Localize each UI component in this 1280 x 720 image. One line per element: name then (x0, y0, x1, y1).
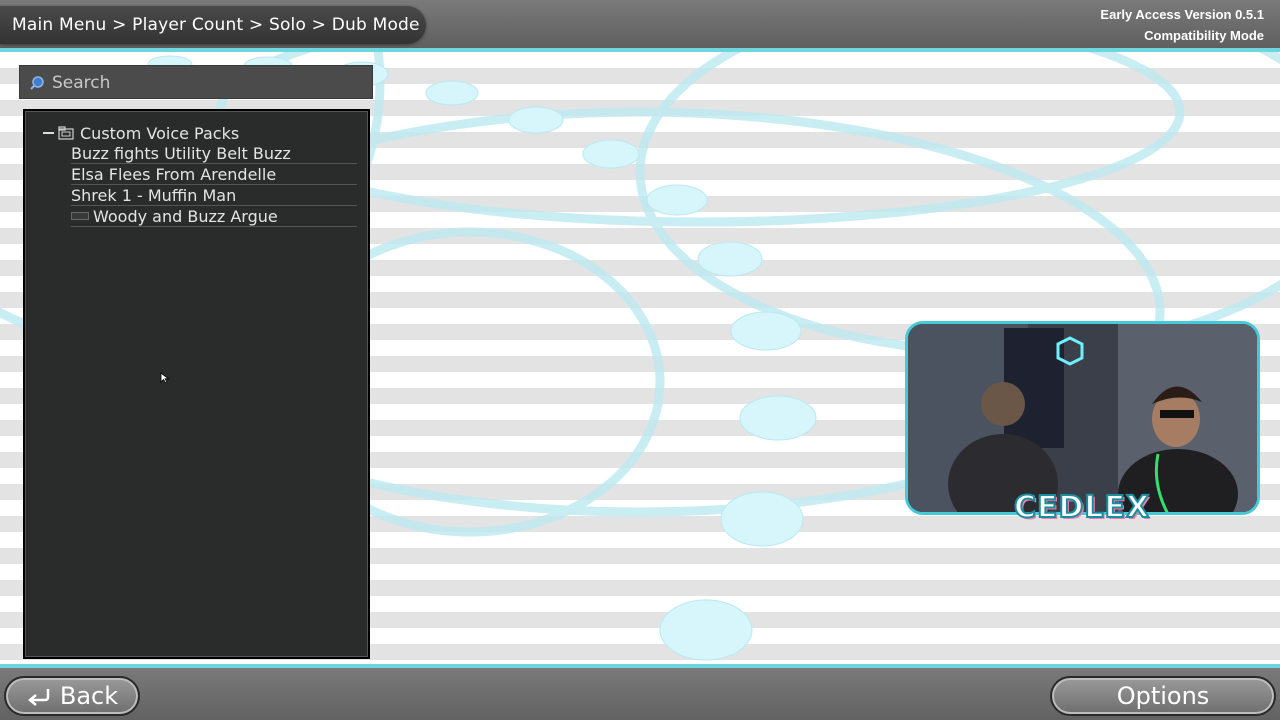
back-button[interactable]: Back (4, 676, 140, 716)
version-label: Early Access Version 0.5.1 (1100, 7, 1264, 22)
voice-pack-label: Shrek 1 - Muffin Man (71, 185, 237, 205)
voice-pack-item[interactable]: Shrek 1 - Muffin Man (71, 185, 357, 206)
webcam-feed (908, 324, 1257, 512)
voice-pack-item[interactable]: Elsa Flees From Arendelle (71, 164, 357, 185)
webcam-overlay (905, 321, 1260, 515)
voice-pack-tree: Custom Voice Packs Buzz fights Utility B… (23, 109, 370, 659)
voice-pack-label: Woody and Buzz Argue (93, 206, 278, 226)
tree-folder-label: Custom Voice Packs (80, 123, 240, 143)
search-bar[interactable] (19, 65, 373, 99)
collapse-minus-icon[interactable] (43, 123, 55, 143)
version-info: Early Access Version 0.5.1 Compatibility… (1100, 4, 1264, 46)
back-button-label: Back (59, 682, 119, 710)
top-bar: Main Menu > Player Count > Solo > Dub Mo… (0, 0, 1280, 52)
voice-pack-item[interactable]: Buzz fights Utility Belt Buzz (71, 143, 357, 164)
search-input[interactable] (52, 70, 362, 96)
mouse-cursor-icon (160, 372, 170, 384)
voice-pack-item-selected[interactable]: Woody and Buzz Argue (71, 206, 357, 227)
folder-icon (58, 126, 74, 140)
search-icon (30, 76, 44, 90)
video-thumbnail-icon (71, 212, 89, 220)
voice-pack-label: Buzz fights Utility Belt Buzz (71, 143, 291, 163)
tree-folder-custom-voice-packs[interactable]: Custom Voice Packs (43, 123, 239, 143)
voice-pack-label: Elsa Flees From Arendelle (71, 164, 277, 184)
options-button[interactable]: Options (1050, 676, 1276, 716)
webcam-channel-logo: CEDLEX (1013, 489, 1151, 526)
breadcrumb: Main Menu > Player Count > Solo > Dub Mo… (12, 15, 420, 35)
options-button-label: Options (1116, 682, 1210, 710)
compatibility-mode-label: Compatibility Mode (1144, 28, 1264, 43)
back-arrow-icon (27, 689, 50, 706)
